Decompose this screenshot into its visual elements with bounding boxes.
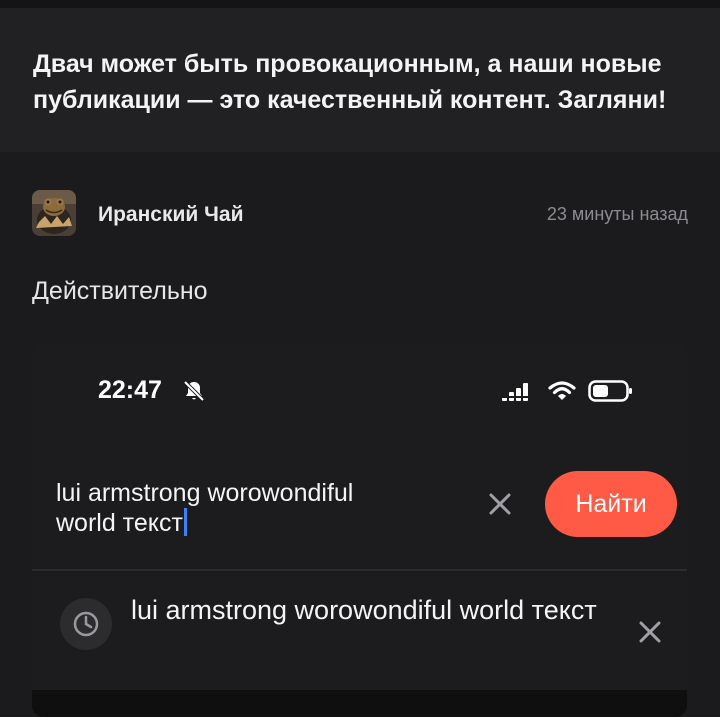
clock-icon	[60, 598, 112, 650]
close-icon[interactable]	[636, 618, 664, 646]
search-input[interactable]: lui armstrong worowondiful world текст	[56, 478, 416, 538]
status-time: 22:47	[98, 376, 162, 404]
attached-screenshot[interactable]: 22:47 lui armstrong worowondiful world т…	[32, 343, 687, 698]
promo-banner[interactable]: Двач может быть провокационным, а наши н…	[0, 8, 720, 152]
top-strip	[0, 0, 720, 8]
history-item-text: lui armstrong worowondiful world текст	[131, 595, 597, 625]
text-caret	[183, 508, 187, 536]
bell-slash-icon	[183, 380, 205, 402]
wifi-icon	[548, 381, 576, 400]
signal-icon	[502, 383, 528, 401]
author-name[interactable]: Иранский Чай	[98, 203, 243, 227]
comment-text: Действительно	[32, 277, 208, 305]
promo-text: Двач может быть провокационным, а наши н…	[33, 50, 667, 114]
post-time: 23 минуты назад	[546, 204, 688, 224]
close-icon[interactable]	[486, 490, 514, 518]
author-avatar[interactable]	[32, 190, 76, 236]
search-history-item[interactable]: lui armstrong worowondiful world текст	[32, 571, 687, 693]
search-query-text: lui armstrong worowondiful world текст	[56, 479, 354, 537]
toad-avatar-icon	[32, 190, 76, 236]
battery-icon	[588, 380, 632, 402]
search-button[interactable]: Найти	[545, 471, 677, 537]
screenshot-bottom-edge	[32, 690, 687, 717]
